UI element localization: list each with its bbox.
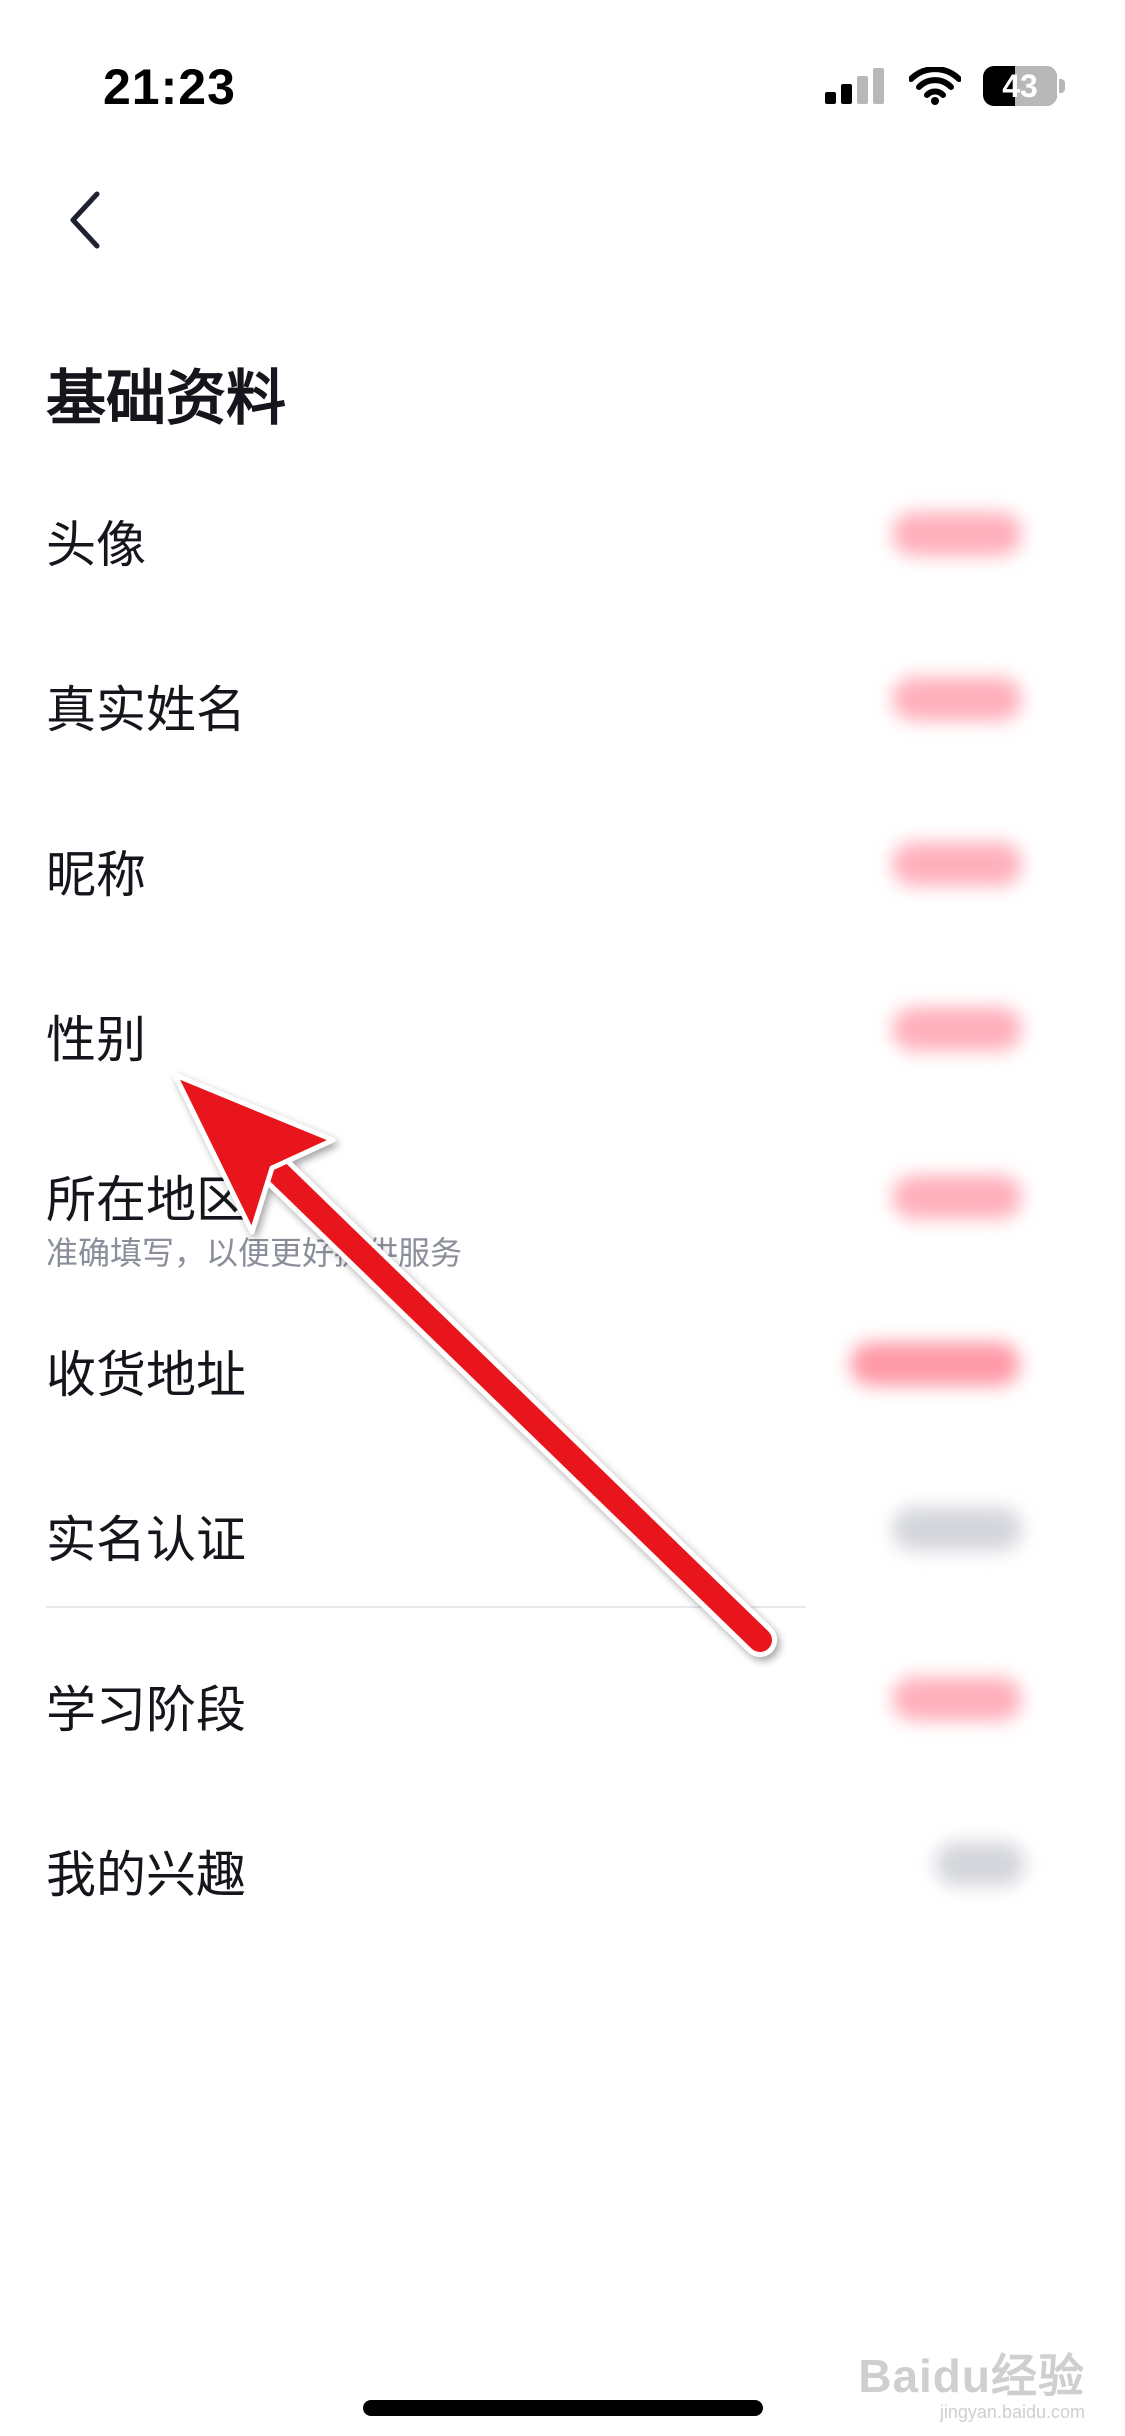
back-button[interactable] [50,180,120,260]
row-real-name-verification[interactable]: 实名认证 [0,1465,1125,1595]
row-label: 实名认证 [46,1511,246,1569]
row-label: 性别 [46,1011,146,1069]
status-icons: 43 [825,66,1065,106]
row-label: 我的兴趣 [46,1846,246,1904]
redacted-value [850,1342,1020,1386]
battery-level: 43 [1002,68,1038,104]
row-avatar[interactable]: 头像 [0,470,1125,600]
status-time: 21:23 [103,59,236,115]
chevron-left-icon [70,191,100,249]
row-gender[interactable]: 性别 [0,965,1125,1095]
divider [46,1606,806,1608]
redacted-value [892,1007,1022,1051]
redacted-value [892,1507,1022,1551]
row-label: 学习阶段 [46,1681,246,1739]
row-sublabel: 准确填写，以便更好提供服务 [46,1234,463,1272]
cellular-signal-icon [825,68,884,104]
row-interests[interactable]: 我的兴趣 [0,1800,1125,1930]
row-label: 昵称 [46,846,146,904]
redacted-value [935,1842,1025,1886]
baidu-watermark: Baidu经验 jingyan.baidu.com [858,2340,1085,2423]
row-label: 真实姓名 [46,681,246,739]
row-real-name[interactable]: 真实姓名 [0,635,1125,765]
page-title: 基础资料 [46,364,286,434]
redacted-value [892,512,1022,556]
wifi-icon [909,67,961,105]
profile-basic-info-screen: 21:23 43 基础资料 头像 真实姓名 昵称 性别 所在地区 准确填写，以便… [0,0,1125,2436]
redacted-value [892,842,1022,886]
row-shipping-address[interactable]: 收货地址 [0,1300,1125,1430]
row-label: 头像 [46,516,146,574]
redacted-value [892,1677,1022,1721]
row-nickname[interactable]: 昵称 [0,800,1125,930]
watermark-main: Baidu经验 [858,2350,1085,2402]
row-study-stage[interactable]: 学习阶段 [0,1635,1125,1765]
battery-icon: 43 [983,66,1065,106]
row-region[interactable]: 所在地区 准确填写，以便更好提供服务 [0,1130,1125,1280]
row-label: 收货地址 [46,1346,246,1404]
home-indicator[interactable] [363,2400,763,2416]
redacted-value [892,677,1022,721]
redacted-value [892,1175,1022,1219]
row-label: 所在地区 [46,1171,246,1229]
